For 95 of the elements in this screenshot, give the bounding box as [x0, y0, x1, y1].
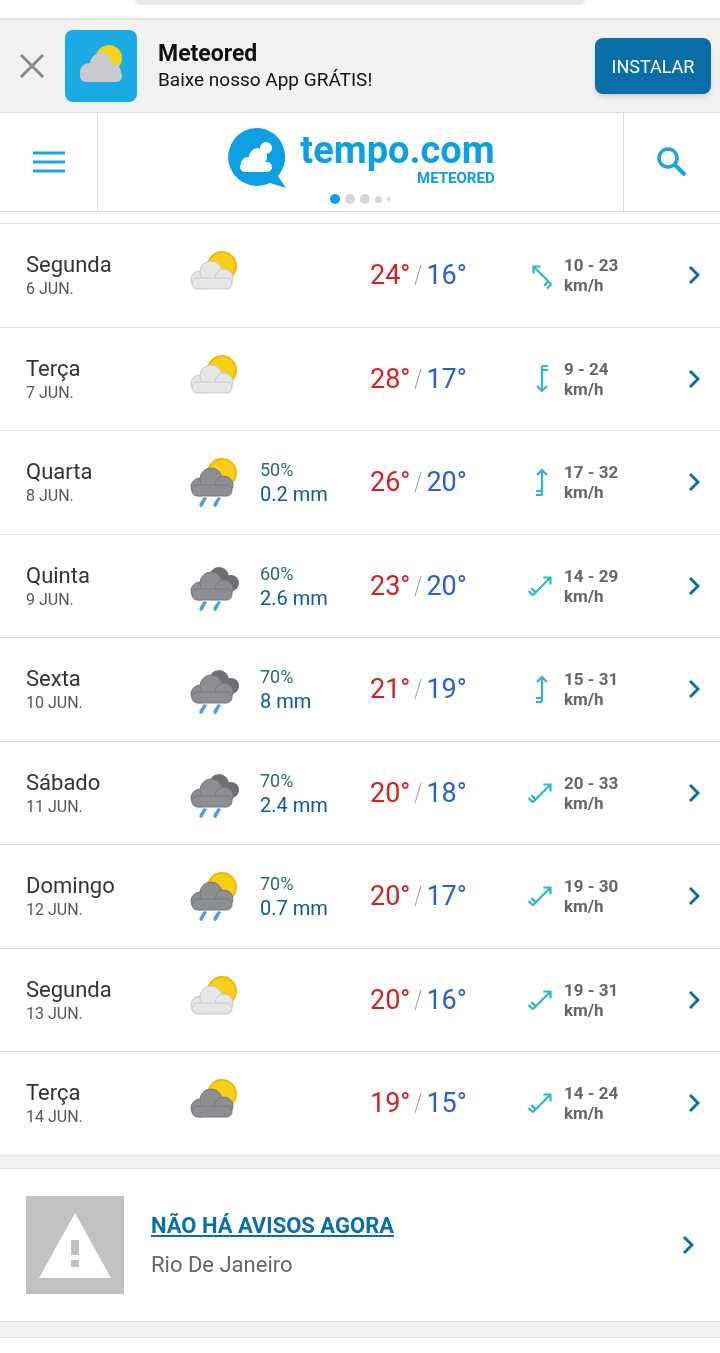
min-temperature: 20° [426, 568, 467, 604]
wind-unit: km/h [564, 999, 605, 1020]
separator-line [414, 988, 423, 1011]
day-date: 6 JUN. [26, 279, 75, 300]
close-icon[interactable] [19, 53, 45, 79]
max-temperature: 20° [370, 982, 411, 1018]
rain-amount: 2.6 mm [260, 585, 329, 610]
rain-chance: 70% [260, 768, 295, 793]
max-temperature: 19° [370, 1086, 411, 1121]
min-temperature: 19° [426, 672, 467, 707]
rain-chance: 50% [260, 458, 295, 483]
day-name: Terça [26, 354, 82, 383]
max-temperature: 20° [370, 775, 411, 811]
alert-location: Rio De Janeiro [151, 1250, 294, 1279]
min-temperature: 18° [426, 775, 467, 811]
rain-chance: 60% [260, 561, 295, 586]
min-temperature: 15° [426, 1086, 467, 1121]
logo-wordmark: tempo.com [300, 130, 495, 170]
separator-line [414, 367, 423, 390]
chevron-right-icon [688, 1093, 700, 1114]
wind-unit: km/h [564, 1103, 605, 1124]
rain-chance: 70% [260, 872, 295, 897]
chevron-right-icon [682, 1234, 694, 1255]
chevron-right-icon [688, 575, 700, 596]
wind-speed: 19 - 31 [564, 979, 620, 1000]
alert-link[interactable]: NÃO HÁ AVISOS AGORA [151, 1208, 394, 1242]
menu-icon[interactable] [32, 150, 65, 174]
day-date: 7 JUN. [26, 382, 75, 403]
wind-unit: km/h [564, 896, 605, 917]
wind-unit: km/h [564, 689, 605, 710]
min-temperature: 16° [426, 258, 467, 293]
min-temperature: 20° [426, 465, 467, 500]
app-icon [65, 30, 137, 102]
wind-speed: 15 - 31 [564, 669, 620, 690]
wind-unit: km/h [564, 482, 605, 503]
wind-speed: 17 - 32 [564, 462, 620, 483]
day-name: Sábado [26, 768, 102, 797]
max-temperature: 21° [370, 672, 411, 707]
day-name: Segunda [26, 975, 113, 1004]
wind-speed: 10 - 23 [564, 255, 620, 276]
rain-amount: 0.2 mm [260, 482, 329, 507]
separator-line [414, 264, 423, 287]
chevron-right-icon [688, 472, 700, 493]
day-name: Quarta [26, 458, 94, 487]
warning-icon [26, 1195, 124, 1294]
day-date: 10 JUN. [26, 693, 84, 714]
chevron-right-icon [688, 886, 700, 907]
day-name: Terça [26, 1079, 82, 1108]
wind-unit: km/h [564, 378, 605, 399]
day-name: Segunda [26, 251, 113, 280]
max-temperature: 24° [370, 258, 411, 293]
min-temperature: 17° [426, 879, 467, 914]
day-date: 11 JUN. [26, 796, 84, 817]
chevron-right-icon [688, 989, 700, 1010]
min-temperature: 16° [426, 982, 467, 1018]
app-name: Meteored [158, 40, 259, 68]
wind-unit: km/h [564, 275, 605, 296]
wind-speed: 19 - 30 [564, 876, 620, 897]
max-temperature: 26° [370, 465, 411, 500]
max-temperature: 23° [370, 568, 411, 604]
wind-speed: 14 - 24 [564, 1083, 620, 1104]
max-temperature: 28° [370, 361, 411, 397]
chevron-right-icon [688, 679, 700, 700]
rain-amount: 8 mm [260, 689, 313, 714]
wind-unit: km/h [564, 792, 605, 813]
wind-unit: km/h [564, 585, 605, 606]
wind-speed: 20 - 33 [564, 772, 620, 793]
separator-line [414, 678, 423, 701]
chevron-right-icon [688, 782, 700, 803]
install-button[interactable]: INSTALAR [595, 38, 711, 94]
separator-line [414, 1092, 423, 1115]
chevron-right-icon [688, 368, 700, 389]
day-date: 14 JUN. [26, 1107, 84, 1128]
max-temperature: 20° [370, 879, 411, 914]
day-date: 13 JUN. [26, 1003, 84, 1024]
day-name: Quinta [26, 561, 91, 590]
day-date: 9 JUN. [26, 589, 75, 610]
chevron-right-icon [688, 265, 700, 286]
rain-amount: 2.4 mm [260, 792, 329, 817]
wind-speed: 9 - 24 [564, 358, 610, 379]
separator-line [414, 574, 423, 597]
search-icon[interactable] [656, 146, 688, 178]
wind-speed: 14 - 29 [564, 565, 620, 586]
min-temperature: 17° [426, 361, 467, 397]
separator-line [414, 781, 423, 804]
day-date: 8 JUN. [26, 486, 75, 507]
separator-line [414, 471, 423, 494]
app-tagline: Baixe nosso App GRÁTIS! [158, 68, 373, 92]
separator-line [414, 885, 423, 908]
day-date: 12 JUN. [26, 900, 84, 921]
rain-chance: 70% [260, 665, 295, 690]
day-name: Domingo [26, 872, 116, 901]
rain-amount: 0.7 mm [260, 896, 329, 921]
logo-subtext: METEORED [417, 170, 495, 186]
day-name: Sexta [26, 665, 82, 694]
